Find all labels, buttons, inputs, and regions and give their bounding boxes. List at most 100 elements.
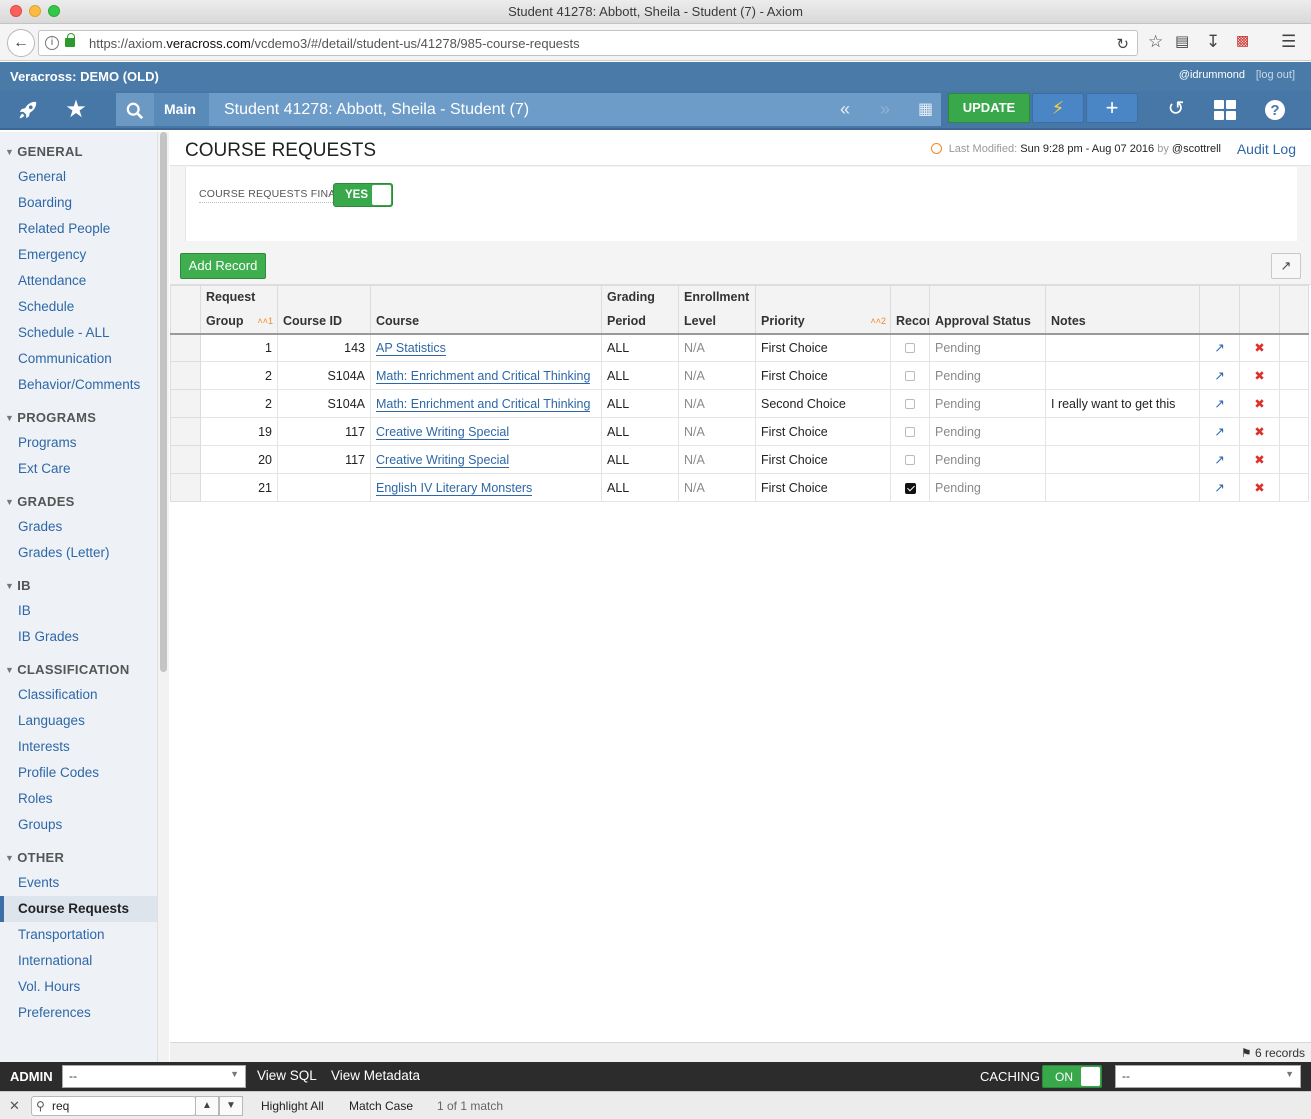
quick-actions-button[interactable]: ⚡ — [1032, 93, 1084, 123]
sidebar-item-interests[interactable]: Interests — [0, 734, 157, 760]
info-icon[interactable]: i — [45, 36, 59, 50]
sidebar-group-header[interactable]: ▼ IB — [0, 578, 157, 598]
delete-record-icon[interactable]: ✖ — [1254, 481, 1264, 495]
url-text[interactable]: https://axiom.veracross.com/vcdemo3/#/de… — [89, 36, 580, 51]
admin-right-select[interactable]: -- ▼ — [1115, 1065, 1301, 1088]
open-record-icon[interactable]: ↗ — [1214, 425, 1224, 439]
row-handle[interactable] — [170, 333, 201, 362]
column-header-notes[interactable]: Notes — [1045, 285, 1200, 335]
recon-checkbox[interactable] — [904, 482, 916, 494]
column-header-recon[interactable]: Recon — [890, 285, 930, 335]
course-link[interactable]: Creative Writing Special — [376, 424, 510, 440]
find-previous-button[interactable]: ▲ — [195, 1096, 219, 1116]
sidebar-item-grades[interactable]: Grades — [0, 514, 157, 540]
sidebar-group-header[interactable]: ▼ PROGRAMS — [0, 410, 157, 430]
download-icon[interactable]: ↧ — [1206, 32, 1220, 52]
recon-checkbox[interactable] — [905, 343, 915, 354]
column-header-request-group[interactable]: Request Group ˄˄1 — [200, 285, 278, 335]
sidebar-item-schedule[interactable]: Schedule — [0, 294, 157, 320]
column-header-course[interactable]: Course — [370, 285, 602, 335]
rocket-icon[interactable] — [4, 91, 52, 128]
breadcrumb-main[interactable]: Main — [154, 93, 228, 126]
sidebar-item-profile-codes[interactable]: Profile Codes — [0, 760, 157, 786]
sidebar-group-header[interactable]: ▼ GRADES — [0, 494, 157, 514]
next-record-icon[interactable]: » — [880, 93, 890, 126]
course-link[interactable]: AP Statistics — [376, 340, 446, 356]
close-icon[interactable]: ✕ — [9, 1098, 20, 1114]
sidebar-item-groups[interactable]: Groups — [0, 812, 157, 838]
view-metadata-link[interactable]: View Metadata — [331, 1068, 420, 1083]
delete-record-icon[interactable]: ✖ — [1254, 453, 1264, 467]
delete-record-icon[interactable]: ✖ — [1254, 369, 1264, 383]
sidebar-item-languages[interactable]: Languages — [0, 708, 157, 734]
sidebar-item-grades-letter[interactable]: Grades (Letter) — [0, 540, 157, 566]
sidebar-item-behavior-comments[interactable]: Behavior/Comments — [0, 372, 157, 398]
audit-log-link[interactable]: Audit Log — [1237, 141, 1296, 157]
history-icon[interactable]: ↺ — [1161, 93, 1191, 126]
sidebar-item-roles[interactable]: Roles — [0, 786, 157, 812]
url-bar[interactable]: i https://axiom.veracross.com/vcdemo3/#/… — [38, 30, 1138, 56]
open-record-icon[interactable]: ↗ — [1214, 341, 1224, 355]
sidebar-item-schedule-all[interactable]: Schedule - ALL — [0, 320, 157, 346]
row-handle[interactable] — [170, 361, 201, 390]
sidebar-item-ext-care[interactable]: Ext Care — [0, 456, 157, 482]
sidebar-item-events[interactable]: Events — [0, 870, 157, 896]
caching-toggle[interactable]: ON — [1042, 1065, 1102, 1088]
add-button[interactable]: + — [1086, 93, 1138, 123]
recon-checkbox[interactable] — [905, 455, 915, 466]
reading-list-icon[interactable]: ▤ — [1175, 32, 1189, 50]
find-next-button[interactable]: ▼ — [219, 1096, 243, 1116]
admin-select[interactable]: -- ▼ — [62, 1065, 246, 1088]
sidebar-item-ib-grades[interactable]: IB Grades — [0, 624, 157, 650]
sidebar-item-attendance[interactable]: Attendance — [0, 268, 157, 294]
sidebar-group-header[interactable]: ▼ OTHER — [0, 850, 157, 870]
sidebar-item-related-people[interactable]: Related People — [0, 216, 157, 242]
add-record-button[interactable]: Add Record — [180, 253, 266, 279]
column-header-course-id[interactable]: Course ID — [277, 285, 371, 335]
match-case-button[interactable]: Match Case — [349, 1099, 413, 1113]
delete-record-icon[interactable]: ✖ — [1254, 397, 1264, 411]
sidebar-scrollbar[interactable] — [157, 132, 169, 1062]
sidebar-scrollbar-thumb[interactable] — [160, 132, 167, 672]
sidebar-item-course-requests[interactable]: Course Requests — [0, 896, 157, 922]
favorites-star-icon[interactable]: ★ — [52, 91, 100, 128]
column-header-priority[interactable]: Priority ˄˄2 — [755, 285, 891, 335]
sidebar-item-vol-hours[interactable]: Vol. Hours — [0, 974, 157, 1000]
sidebar-item-programs[interactable]: Programs — [0, 430, 157, 456]
row-handle[interactable] — [170, 389, 201, 418]
sidebar-group-header[interactable]: ▼ CLASSIFICATION — [0, 662, 157, 682]
column-header-enrollment-level[interactable]: Enrollment Level — [678, 285, 756, 335]
column-header-grading-period[interactable]: Grading Period — [601, 285, 679, 335]
logout-link[interactable]: [log out] — [1256, 69, 1295, 81]
course-link[interactable]: Math: Enrichment and Critical Thinking — [376, 396, 591, 412]
bookmark-star-icon[interactable]: ☆ — [1148, 32, 1163, 52]
sidebar-item-boarding[interactable]: Boarding — [0, 190, 157, 216]
recon-checkbox[interactable] — [905, 399, 915, 410]
back-button[interactable]: ← — [7, 29, 35, 57]
open-record-icon[interactable]: ↗ — [1214, 397, 1224, 411]
delete-record-icon[interactable]: ✖ — [1254, 341, 1264, 355]
export-button[interactable]: ↗ — [1271, 253, 1301, 279]
sidebar-item-classification[interactable]: Classification — [0, 682, 157, 708]
dashboard-icon[interactable] — [1210, 93, 1240, 126]
highlight-all-button[interactable]: Highlight All — [261, 1099, 324, 1113]
update-button[interactable]: UPDATE — [948, 93, 1030, 123]
sidebar-item-communication[interactable]: Communication — [0, 346, 157, 372]
hamburger-menu-icon[interactable]: ☰ — [1281, 32, 1296, 52]
current-user[interactable]: @idrummond — [1179, 69, 1245, 81]
course-link[interactable]: Creative Writing Special — [376, 452, 510, 468]
reload-icon[interactable]: ↻ — [1116, 35, 1129, 53]
sidebar-group-header[interactable]: ▼ GENERAL — [0, 144, 157, 164]
course-requests-final-toggle[interactable]: YES — [333, 183, 393, 207]
sidebar-item-preferences[interactable]: Preferences — [0, 1000, 157, 1026]
view-sql-link[interactable]: View SQL — [257, 1068, 317, 1083]
extension-icon[interactable]: ▩ — [1236, 32, 1249, 49]
sidebar-item-general[interactable]: General — [0, 164, 157, 190]
open-record-icon[interactable]: ↗ — [1214, 481, 1224, 495]
find-input[interactable]: ⚲ req — [31, 1096, 196, 1116]
course-link[interactable]: English IV Literary Monsters — [376, 480, 533, 496]
sidebar-item-international[interactable]: International — [0, 948, 157, 974]
column-header-approval-status[interactable]: Approval Status — [929, 285, 1046, 335]
help-icon[interactable]: ? — [1260, 93, 1290, 126]
search-button[interactable] — [116, 93, 154, 126]
